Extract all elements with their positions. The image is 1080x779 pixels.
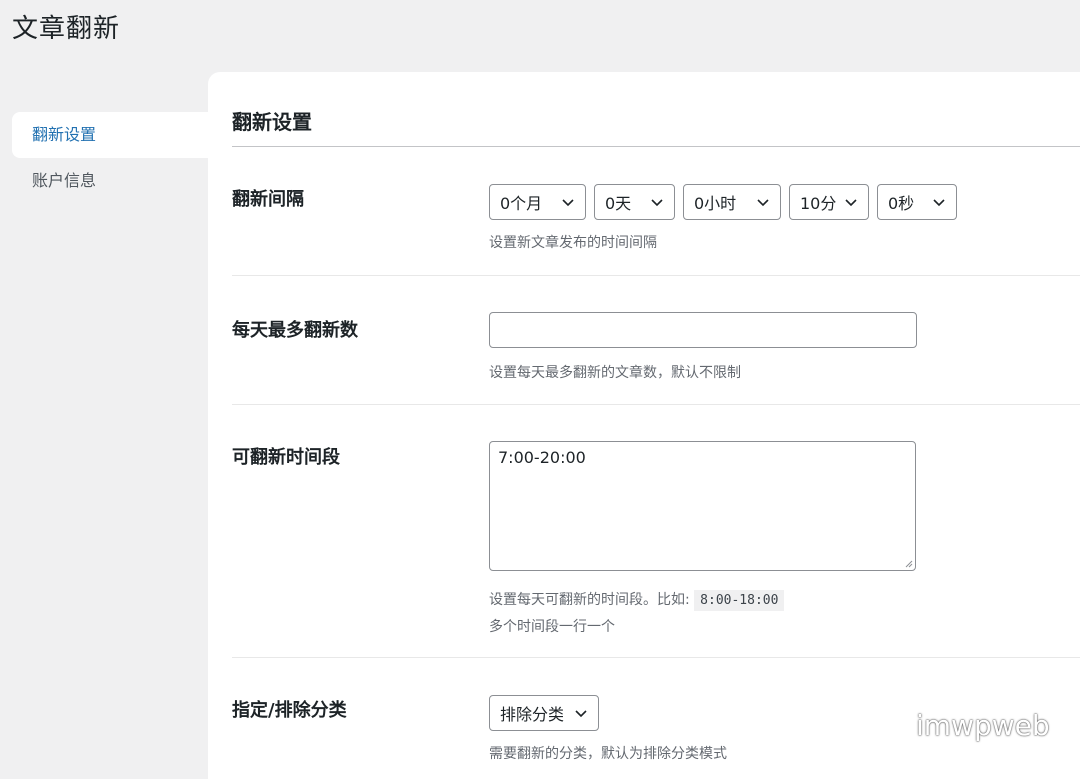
time-range-example-code: 8:00-18:00 <box>694 590 785 611</box>
watermark: imwpweb <box>862 707 1050 743</box>
watermark-text: imwpweb <box>916 708 1050 742</box>
chevron-down-icon <box>575 710 587 718</box>
section-title: 翻新设置 <box>232 110 312 134</box>
daily-max-input[interactable] <box>489 312 917 348</box>
minutes-select[interactable]: 10分 <box>789 184 869 220</box>
wechat-icon <box>863 708 908 741</box>
category-field: 排除分类 需要翻新的分类，默认为排除分类模式 <box>489 695 727 767</box>
daily-max-row: 每天最多翻新数 设置每天最多翻新的文章数，默认不限制 <box>232 276 1080 405</box>
chevron-down-icon <box>933 199 945 207</box>
interval-field: 0个月 0天 0小时 10分 0秒 设置新文章发布的时间间隔 <box>489 184 957 256</box>
months-select-value: 0个月 <box>500 194 543 213</box>
category-mode-select[interactable]: 排除分类 <box>489 695 599 731</box>
category-mode-value: 排除分类 <box>500 705 565 724</box>
resize-handle-icon[interactable] <box>903 558 913 568</box>
seconds-select-value: 0秒 <box>888 194 915 213</box>
sidebar-item-label: 翻新设置 <box>32 125 97 144</box>
time-range-help: 设置每天可翻新的时间段。比如: 8:00-18:00 <box>489 587 916 614</box>
time-range-row: 可翻新时间段 7:00-20:00 设置每天可翻新的时间段。比如: 8:00-1… <box>232 405 1080 658</box>
category-help: 需要翻新的分类，默认为排除分类模式 <box>489 746 727 762</box>
days-select-value: 0天 <box>605 194 632 213</box>
interval-label: 翻新间隔 <box>232 189 304 210</box>
seconds-select[interactable]: 0秒 <box>877 184 957 220</box>
days-select[interactable]: 0天 <box>594 184 675 220</box>
page-title: 文章翻新 <box>12 14 121 44</box>
time-range-textarea[interactable]: 7:00-20:00 <box>489 441 916 571</box>
interval-help: 设置新文章发布的时间间隔 <box>489 235 657 251</box>
category-label: 指定/排除分类 <box>232 700 347 721</box>
sidebar-item-account-info[interactable]: 账户信息 <box>12 158 208 204</box>
hours-select-value: 0小时 <box>694 194 737 213</box>
daily-max-field: 设置每天最多翻新的文章数，默认不限制 <box>489 312 917 386</box>
daily-max-label: 每天最多翻新数 <box>232 320 358 341</box>
chevron-down-icon <box>651 199 663 207</box>
settings-panel: 翻新设置 翻新间隔 0个月 0天 0小时 10分 0秒 设置新文章发布的时间间隔… <box>208 72 1080 779</box>
time-range-help-text: 设置每天可翻新的时间段。比如: <box>489 592 690 608</box>
chevron-down-icon <box>757 199 769 207</box>
time-range-help-line2: 多个时间段一行一个 <box>489 619 615 635</box>
time-range-value: 7:00-20:00 <box>498 448 586 467</box>
time-range-field: 7:00-20:00 设置每天可翻新的时间段。比如: 8:00-18:00 多个… <box>489 441 916 640</box>
months-select[interactable]: 0个月 <box>489 184 586 220</box>
daily-max-help: 设置每天最多翻新的文章数，默认不限制 <box>489 365 741 381</box>
sidebar-item-renew-settings[interactable]: 翻新设置 <box>12 112 208 158</box>
hours-select[interactable]: 0小时 <box>683 184 781 220</box>
chevron-down-icon <box>845 199 857 207</box>
sidebar-item-label: 账户信息 <box>32 171 97 190</box>
time-range-label: 可翻新时间段 <box>232 447 340 468</box>
sidebar: 翻新设置 账户信息 <box>12 112 208 204</box>
interval-row: 翻新间隔 0个月 0天 0小时 10分 0秒 设置新文章发布的时间间隔 <box>232 147 1080 276</box>
chevron-down-icon <box>562 199 574 207</box>
minutes-select-value: 10分 <box>800 194 837 213</box>
